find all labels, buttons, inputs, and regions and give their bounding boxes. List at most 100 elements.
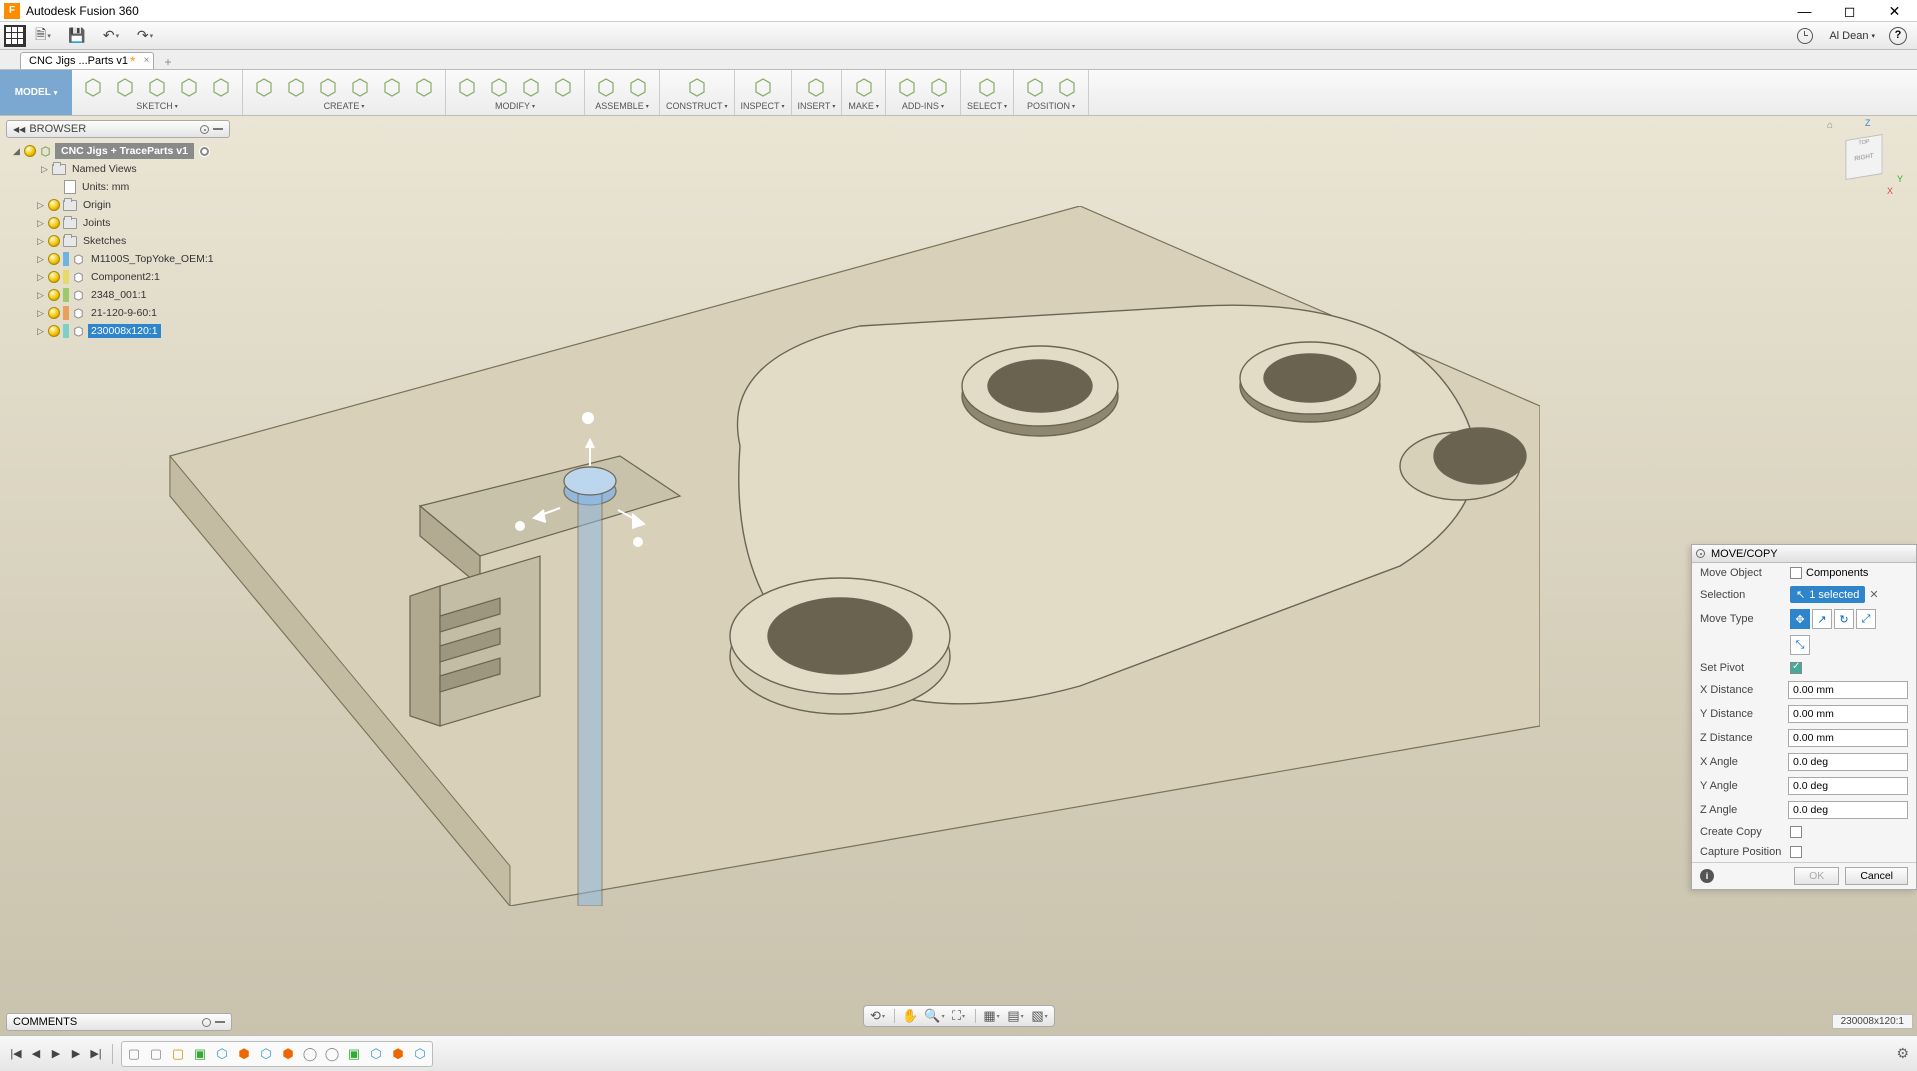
feature-icon[interactable]: ⬢	[278, 1044, 298, 1064]
ribbon-group-label[interactable]: ASSEMBLE	[595, 101, 649, 111]
tree-item[interactable]: Units: mm	[8, 178, 230, 196]
timeline-play-icon[interactable]: ▶	[48, 1046, 64, 1062]
feature-icon[interactable]: ⬡	[366, 1044, 386, 1064]
timeline-last-icon[interactable]: ▶|	[88, 1046, 104, 1062]
browser-header[interactable]: ◀◀ BROWSER	[6, 120, 230, 138]
ribbon-group-label[interactable]: INSPECT	[741, 101, 785, 111]
document-tab[interactable]: CNC Jigs ...Parts v1 * ×	[20, 52, 154, 69]
close-tab-icon[interactable]: ×	[144, 55, 150, 66]
panel-pin-icon[interactable]	[1696, 549, 1705, 558]
save-icon[interactable]: 💾	[66, 25, 88, 47]
timeline-first-icon[interactable]: |◀	[8, 1046, 24, 1062]
job-status-icon[interactable]	[1797, 28, 1813, 44]
feature-icon[interactable]: ⬡	[212, 1044, 232, 1064]
visibility-bulb-icon[interactable]	[48, 271, 60, 283]
viewport-3d[interactable]: ⌂ Z Y X TOP RIGHT	[0, 116, 1917, 1035]
field-input-y angle[interactable]	[1788, 777, 1908, 795]
move-type-point-icon[interactable]: ⤢	[1856, 609, 1876, 629]
tree-item[interactable]: ▷Component2:1	[8, 268, 230, 286]
ribbon-tool-icon[interactable]	[452, 72, 482, 102]
twist-icon[interactable]: ▷	[36, 308, 45, 319]
comments-minimize-icon[interactable]	[215, 1021, 225, 1023]
ribbon-tool-icon[interactable]	[142, 72, 172, 102]
twist-icon[interactable]: ▷	[36, 254, 45, 265]
ribbon-group-label[interactable]: MODIFY	[495, 101, 535, 111]
timeline-prev-icon[interactable]: ◀	[28, 1046, 44, 1062]
ribbon-tool-icon[interactable]	[1020, 72, 1050, 102]
tree-root[interactable]: ◢ CNC Jigs + TraceParts v1	[8, 142, 230, 160]
ribbon-group-label[interactable]: SKETCH	[136, 101, 178, 111]
user-account-menu[interactable]: Al Dean	[1829, 30, 1875, 42]
twist-icon[interactable]: ▷	[36, 326, 45, 337]
ok-button[interactable]: OK	[1794, 867, 1839, 885]
set-pivot-checkbox[interactable]	[1790, 662, 1802, 674]
ribbon-tool-icon[interactable]	[484, 72, 514, 102]
visibility-bulb-icon[interactable]	[48, 307, 60, 319]
ribbon-tool-icon[interactable]	[281, 72, 311, 102]
browser-minimize-icon[interactable]	[213, 128, 223, 130]
field-input-y distance[interactable]	[1788, 705, 1908, 723]
ribbon-tool-icon[interactable]	[377, 72, 407, 102]
move-type-point2-icon[interactable]: ⤡	[1790, 635, 1810, 655]
twist-icon[interactable]: ◢	[12, 146, 21, 157]
comments-settings-icon[interactable]	[202, 1018, 211, 1027]
activate-component-icon[interactable]	[199, 146, 210, 157]
pan-icon[interactable]: ✋	[903, 1008, 919, 1024]
help-icon[interactable]: ?	[1889, 27, 1907, 45]
move-type-free-icon[interactable]: ✥	[1790, 609, 1810, 629]
clear-selection-icon[interactable]: ✕	[1869, 588, 1878, 601]
visibility-bulb-icon[interactable]	[48, 289, 60, 301]
ribbon-tool-icon[interactable]	[682, 72, 712, 102]
feature-icon[interactable]: ◯	[300, 1044, 320, 1064]
file-menu-icon[interactable]: 🗎	[32, 25, 54, 47]
comments-bar[interactable]: COMMENTS	[6, 1013, 232, 1031]
ribbon-group-label[interactable]: SELECT	[967, 101, 1007, 111]
feature-icon[interactable]: ▣	[344, 1044, 364, 1064]
feature-icon[interactable]: ▣	[190, 1044, 210, 1064]
field-input-x distance[interactable]	[1788, 681, 1908, 699]
ribbon-tool-icon[interactable]	[892, 72, 922, 102]
ribbon-tool-icon[interactable]	[591, 72, 621, 102]
ribbon-group-label[interactable]: CONSTRUCT	[666, 101, 728, 111]
tree-item[interactable]: ▷Origin	[8, 196, 230, 214]
field-input-z distance[interactable]	[1788, 729, 1908, 747]
tree-item[interactable]: ▷2348_001:1	[8, 286, 230, 304]
fit-icon[interactable]: ⛶	[951, 1008, 967, 1024]
view-cube[interactable]: ⌂ Z Y X TOP RIGHT	[1831, 120, 1901, 190]
tree-item[interactable]: ▷M1100S_TopYoke_OEM:1	[8, 250, 230, 268]
selection-pill[interactable]: ↖1 selected	[1790, 586, 1865, 603]
feature-icon[interactable]: ⬢	[234, 1044, 254, 1064]
timeline-next-icon[interactable]: ▶	[68, 1046, 84, 1062]
workspace-switcher[interactable]: MODEL	[0, 70, 72, 115]
feature-icon[interactable]: ▢	[146, 1044, 166, 1064]
move-type-rotate-icon[interactable]: ↻	[1834, 609, 1854, 629]
browser-settings-icon[interactable]	[200, 125, 209, 134]
window-maximize-button[interactable]: ◻	[1827, 0, 1872, 22]
viewport-layout-icon[interactable]: ▧	[1032, 1008, 1048, 1024]
ribbon-group-label[interactable]: CREATE	[324, 101, 365, 111]
tree-item[interactable]: ▷Sketches	[8, 232, 230, 250]
home-view-icon[interactable]: ⌂	[1827, 120, 1833, 131]
zoom-icon[interactable]: 🔍	[927, 1008, 943, 1024]
ribbon-tool-icon[interactable]	[313, 72, 343, 102]
feature-icon[interactable]: ▢	[168, 1044, 188, 1064]
twist-icon[interactable]: ▷	[36, 200, 45, 211]
ribbon-tool-icon[interactable]	[849, 72, 879, 102]
redo-icon[interactable]: ↷	[134, 25, 156, 47]
move-type-translate-icon[interactable]: ↗	[1812, 609, 1832, 629]
ribbon-tool-icon[interactable]	[801, 72, 831, 102]
tree-item[interactable]: ▷Joints	[8, 214, 230, 232]
grid-settings-icon[interactable]: ▤	[1008, 1008, 1024, 1024]
ribbon-group-label[interactable]: MAKE	[848, 101, 879, 111]
ribbon-tool-icon[interactable]	[206, 72, 236, 102]
display-settings-icon[interactable]: ▦	[984, 1008, 1000, 1024]
twist-icon[interactable]: ▷	[40, 164, 49, 175]
visibility-bulb-icon[interactable]	[48, 253, 60, 265]
visibility-bulb-icon[interactable]	[24, 145, 36, 157]
ribbon-group-label[interactable]: INSERT	[798, 101, 836, 111]
tree-item[interactable]: ▷230008x120:1	[8, 322, 230, 340]
field-input-z angle[interactable]	[1788, 801, 1908, 819]
feature-icon[interactable]: ▢	[124, 1044, 144, 1064]
ribbon-tool-icon[interactable]	[249, 72, 279, 102]
create-copy-checkbox[interactable]	[1790, 826, 1802, 838]
